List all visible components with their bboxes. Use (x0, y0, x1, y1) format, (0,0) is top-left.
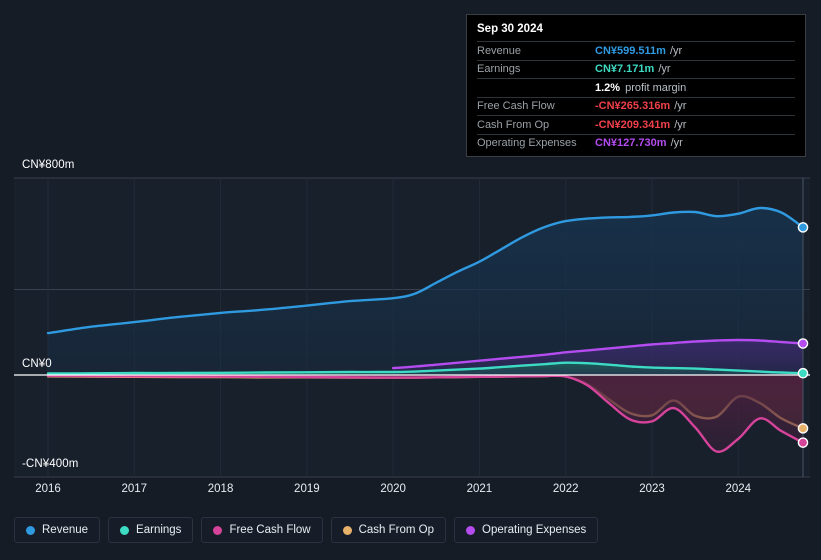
legend-color-dot-icon (26, 526, 35, 535)
x-axis-tick-2020: 2020 (380, 483, 406, 495)
chart-legend[interactable]: Revenue Earnings Free Cash Flow Cash From O… (14, 517, 598, 543)
tooltip-row: RevenueCN¥599.511m/yr (477, 41, 795, 60)
tooltip-row-label: Revenue (477, 45, 595, 57)
endpoint-dot-operating-expenses (798, 339, 807, 348)
x-axis-tick-2024: 2024 (725, 483, 751, 495)
legend-item-free-cash-flow[interactable]: Free Cash Flow (201, 517, 322, 543)
endpoint-dot-free-cash-flow (798, 438, 807, 447)
tooltip-row-label: Operating Expenses (477, 137, 595, 149)
tooltip-date: Sep 30 2024 (477, 21, 795, 41)
legend-color-dot-icon (343, 526, 352, 535)
tooltip-row-value: CN¥127.730m (595, 137, 667, 149)
x-axis-tick-2021: 2021 (467, 483, 493, 495)
endpoint-dot-revenue (798, 223, 807, 232)
tooltip-row-unit: profit margin (625, 82, 686, 94)
x-axis-labels: 2016 2017 2018 2019 2020 2021 2022 2023 2024 (0, 483, 821, 503)
x-axis-tick-2016: 2016 (35, 483, 61, 495)
legend-item-operating-expenses[interactable]: Operating Expenses (454, 517, 598, 543)
legend-item-earnings[interactable]: Earnings (108, 517, 193, 543)
endpoint-dot-earnings (798, 369, 807, 378)
tooltip-row-value: CN¥7.171m (595, 63, 654, 75)
legend-color-dot-icon (120, 526, 129, 535)
tooltip-row-unit: /yr (670, 45, 682, 57)
tooltip-row-value: -CN¥265.316m (595, 100, 670, 112)
endpoint-dot-cash-from-op (798, 424, 807, 433)
legend-item-cash-from-op[interactable]: Cash From Op (331, 517, 446, 543)
tooltip-row-label: Earnings (477, 63, 595, 75)
tooltip-row: EarningsCN¥7.171m/yr (477, 60, 795, 79)
x-axis-tick-2023: 2023 (639, 483, 665, 495)
tooltip-row: Cash From Op-CN¥209.341m/yr (477, 115, 795, 134)
x-axis-tick-2018: 2018 (208, 483, 234, 495)
tooltip-row-label: Cash From Op (477, 119, 595, 131)
legend-item-label: Cash From Op (359, 524, 434, 536)
tooltip-row-label: Free Cash Flow (477, 100, 595, 112)
x-axis-tick-2019: 2019 (294, 483, 320, 495)
tooltip-row-unit: /yr (674, 119, 686, 131)
tooltip-row-value: 1.2% (595, 82, 620, 94)
tooltip-row: Free Cash Flow-CN¥265.316m/yr (477, 97, 795, 116)
legend-item-label: Revenue (42, 524, 88, 536)
legend-color-dot-icon (466, 526, 475, 535)
x-axis-tick-2022: 2022 (553, 483, 579, 495)
legend-item-label: Earnings (136, 524, 181, 536)
tooltip-panel: Sep 30 2024 RevenueCN¥599.511m/yrEarning… (466, 14, 806, 157)
legend-color-dot-icon (213, 526, 222, 535)
tooltip-row-value: CN¥599.511m (595, 45, 666, 57)
tooltip-row-unit: /yr (674, 100, 686, 112)
tooltip-rows: RevenueCN¥599.511m/yrEarningsCN¥7.171m/y… (477, 41, 795, 152)
legend-item-revenue[interactable]: Revenue (14, 517, 100, 543)
tooltip-row-unit: /yr (671, 137, 683, 149)
financial-chart: CN¥800m CN¥0 -CN¥400m 201620172018201920… (0, 0, 821, 560)
tooltip-row-value: -CN¥209.341m (595, 119, 670, 131)
tooltip-row-unit: /yr (658, 63, 670, 75)
legend-item-label: Operating Expenses (482, 524, 586, 536)
legend-item-label: Free Cash Flow (229, 524, 310, 536)
x-axis-tick-2017: 2017 (121, 483, 147, 495)
tooltip-row: Operating ExpensesCN¥127.730m/yr (477, 134, 795, 153)
tooltip-row: 1.2% profit margin (477, 78, 795, 97)
